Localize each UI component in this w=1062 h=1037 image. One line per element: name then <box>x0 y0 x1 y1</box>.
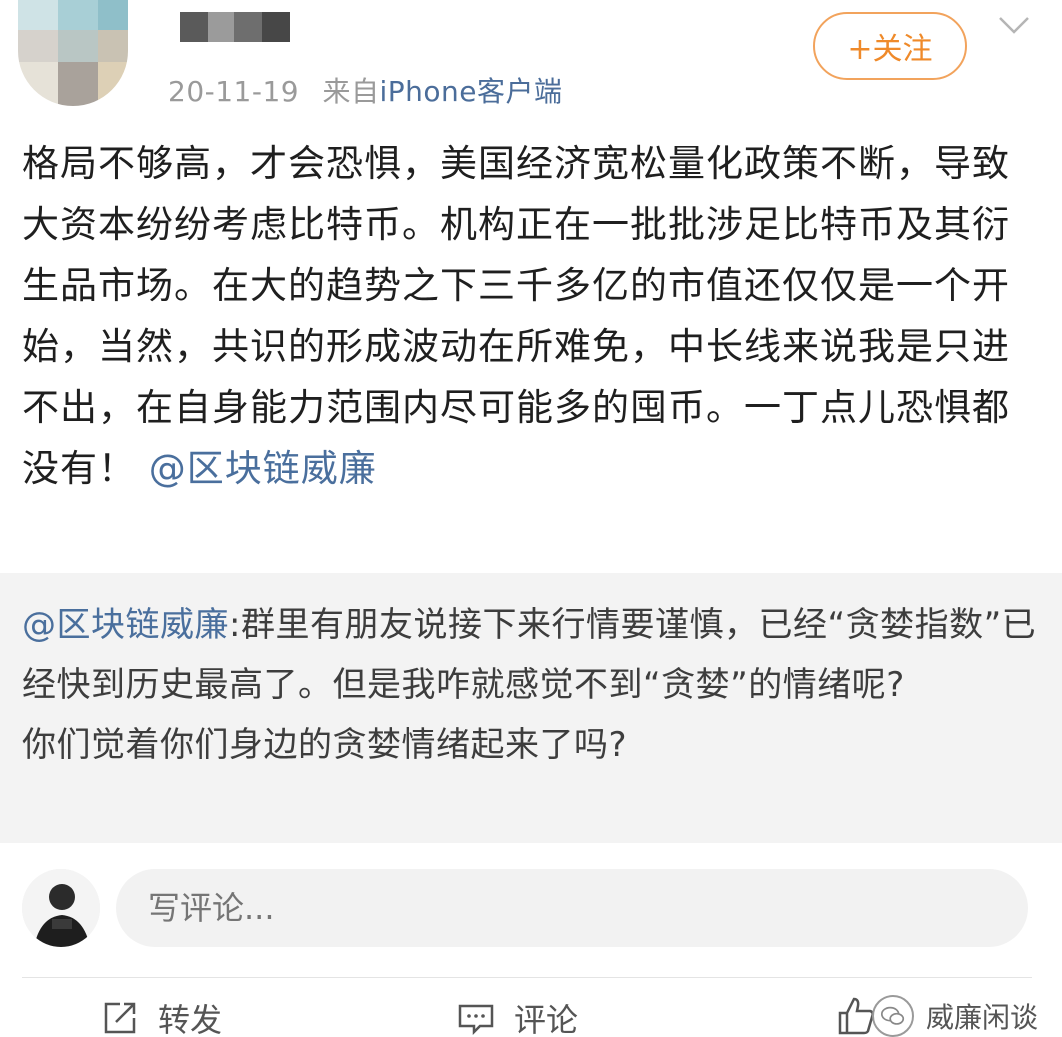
post-source-app[interactable]: iPhone客户端 <box>380 75 563 108</box>
watermark: 威廉闲谈 <box>871 995 1038 1037</box>
author-name[interactable] <box>180 12 290 42</box>
repost-label: 转发 <box>158 1001 223 1037</box>
author-avatar[interactable] <box>18 0 128 106</box>
like-icon <box>838 997 874 1035</box>
quoted-body-line2: 你们觉着你们身边的贪婪情绪起来了吗? <box>22 725 628 765</box>
post-mention-link[interactable]: @区块链威廉 <box>149 447 377 490</box>
comment-bar <box>0 843 1062 977</box>
post-text: 格局不够高，才会恐惧，美国经济宽松量化政策不断，导致大资本纷纷考虑比特币。机构正… <box>22 142 1010 490</box>
user-avatar-image <box>22 869 100 947</box>
repost-button[interactable]: 转发 <box>100 995 222 1037</box>
repost-icon <box>104 1002 136 1034</box>
comment-input[interactable] <box>116 869 1028 947</box>
chevron-down-icon[interactable] <box>996 8 1032 44</box>
post-header: 20-11-19 来自iPhone客户端 +关注 <box>0 0 1062 120</box>
quoted-author-link[interactable]: @区块链威廉 <box>22 605 229 645</box>
like-button[interactable] <box>836 995 876 1035</box>
quoted-post[interactable]: @区块链威廉:群里有朋友说接下来行情要谨慎，已经“贪婪指数”已经快到历史最高了。… <box>0 573 1062 843</box>
post-meta: 20-11-19 来自iPhone客户端 <box>168 70 563 110</box>
comment-button[interactable]: 评论 <box>456 995 578 1037</box>
comment-icon <box>458 1004 494 1036</box>
wechat-icon <box>871 995 914 1037</box>
quoted-post-text: @区块链威廉:群里有朋友说接下来行情要谨慎，已经“贪婪指数”已经快到历史最高了。… <box>22 595 1042 775</box>
watermark-text: 威廉闲谈 <box>925 1001 1038 1034</box>
follow-button[interactable]: +关注 <box>813 12 967 80</box>
post-source-prefix: 来自 <box>322 75 380 108</box>
divider <box>22 977 1032 978</box>
action-bar: 转发 评论 威廉闲谈 <box>0 985 1062 1037</box>
comment-label: 评论 <box>514 1001 579 1037</box>
user-avatar[interactable] <box>22 869 100 947</box>
post-date: 20-11-19 <box>168 75 300 108</box>
post-body: 格局不够高，才会恐惧，美国经济宽松量化政策不断，导致大资本纷纷考虑比特币。机构正… <box>22 133 1032 499</box>
